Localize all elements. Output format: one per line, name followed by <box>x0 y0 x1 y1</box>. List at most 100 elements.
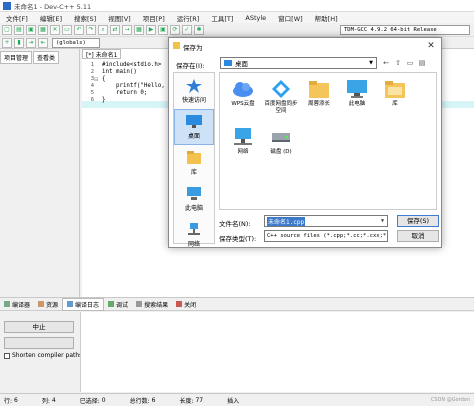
undo-icon[interactable]: ↶ <box>74 24 84 35</box>
dialog-close-button[interactable]: ✕ <box>425 40 437 52</box>
menu-file[interactable]: 文件[F] <box>0 13 34 23</box>
tab-compiler-label: 编译器 <box>12 301 31 309</box>
find-icon[interactable]: ⌕ <box>98 24 108 35</box>
up-folder-icon[interactable]: ⇧ <box>393 57 403 69</box>
log-icon <box>67 301 74 307</box>
menu-tools[interactable]: 工具[T] <box>205 13 239 23</box>
line-number: 1 <box>90 62 94 68</box>
file-item-folder[interactable]: 周蓉添长 <box>300 76 338 124</box>
save-in-label: 保存在(I): <box>176 62 205 70</box>
replace-icon[interactable]: ⇄ <box>110 24 120 35</box>
open-file-icon[interactable]: ▤ <box>14 24 24 35</box>
redo-icon[interactable]: ↷ <box>86 24 96 35</box>
row-value: 6 <box>14 396 18 404</box>
shorten-paths-option[interactable]: Shorten compiler paths <box>4 352 82 359</box>
file-item-network[interactable]: 网络 <box>224 124 262 172</box>
project-panel: 项目管理 查看类 <box>0 49 80 297</box>
file-item-wps[interactable]: WPS云盘 <box>224 76 262 124</box>
editor-tab[interactable]: [*] 未命名1 <box>82 49 122 59</box>
filetype-select[interactable]: C++ source files (*.cpp;*.cc;*.cxx;*.c++… <box>264 230 388 242</box>
shorten-paths-checkbox[interactable] <box>4 352 10 359</box>
close-icon <box>176 301 183 307</box>
shorten-paths-label: Shorten compiler paths <box>12 352 83 359</box>
file-item-baidu[interactable]: 百度网盘同步空间 <box>262 76 300 124</box>
insert-mode: 插入 <box>227 397 240 405</box>
check-syntax-icon[interactable]: ✓ <box>182 24 192 35</box>
code-line: printf("Hello, <box>102 83 165 89</box>
menu-bar: 文件[F] 编辑[E] 搜索[S] 视图[V] 项目[P] 运行[R] 工具[T… <box>0 12 474 23</box>
debug-tab-icon <box>108 301 115 307</box>
file-item-drive-d[interactable]: 磁盘 (D) <box>262 124 300 172</box>
menu-search[interactable]: 搜索[S] <box>68 13 102 23</box>
menu-view[interactable]: 视图[V] <box>102 13 137 23</box>
place-network[interactable]: 网络 <box>174 217 214 253</box>
menu-help[interactable]: 帮助[H] <box>309 13 344 23</box>
line-number: 6 <box>90 97 94 103</box>
tab-classes[interactable]: 查看类 <box>33 51 60 64</box>
save-all-icon[interactable]: ▦ <box>38 24 48 35</box>
place-library[interactable]: 库 <box>174 145 214 181</box>
menu-edit[interactable]: 编辑[E] <box>34 13 68 23</box>
dialog-title-bar: 保存为 <box>169 38 441 54</box>
run-icon[interactable]: ▶ <box>146 24 156 35</box>
goto-icon[interactable]: → <box>122 24 132 35</box>
menu-run[interactable]: 运行[R] <box>171 13 206 23</box>
compile-icon[interactable]: ▦ <box>134 24 144 35</box>
debug-icon[interactable]: ✱ <box>194 24 204 35</box>
new-file-icon[interactable]: ▢ <box>2 24 12 35</box>
tab-search-results[interactable]: 搜索结果 <box>132 299 172 310</box>
col-label: 列: <box>41 397 50 405</box>
tab-close[interactable]: 关闭 <box>172 299 200 310</box>
tab-compiler[interactable]: 编译器 <box>0 299 34 310</box>
chevron-down-icon[interactable]: ▼ <box>380 218 385 224</box>
indent-icon[interactable]: ⇥ <box>26 37 36 48</box>
compiler-select[interactable]: TDM-GCC 4.9.2 64-bit Release <box>340 24 470 35</box>
compile-log-output[interactable] <box>80 312 474 392</box>
save-in-select[interactable]: 桌面 ▼ <box>220 57 377 69</box>
fold-icon[interactable]: ⊟ <box>94 77 102 83</box>
unindent-icon[interactable]: ⇤ <box>38 37 48 48</box>
tab-debug[interactable]: 调试 <box>104 299 132 310</box>
place-label: 快速访问 <box>181 96 206 104</box>
file-item-this-pc[interactable]: 此电脑 <box>338 76 376 124</box>
abort-button[interactable]: 中止 <box>4 321 74 333</box>
code-line: return 0; <box>102 90 148 96</box>
place-desktop[interactable]: 桌面 <box>174 109 214 145</box>
file-list[interactable]: WPS云盘 百度网盘同步空间 周蓉添长 此电脑 库 网络 磁盘 (D) <box>219 72 437 210</box>
cancel-button[interactable]: 取消 <box>397 230 439 242</box>
lines-label: 总行数: <box>129 397 150 405</box>
globals-select[interactable]: (globals) <box>52 37 100 48</box>
menu-astyle[interactable]: AStyle <box>239 14 272 22</box>
drive-icon <box>272 133 290 142</box>
length-value: 77 <box>195 396 204 404</box>
print-icon[interactable]: ▭ <box>62 24 72 35</box>
menu-window[interactable]: 窗口[W] <box>272 13 309 23</box>
tab-compile-log-label: 编译日志 <box>75 301 100 309</box>
save-button[interactable]: 保存(S) <box>397 215 439 227</box>
menu-project[interactable]: 项目[P] <box>137 13 171 23</box>
tab-compile-log[interactable]: 编译日志 <box>62 297 105 311</box>
dialog-title: 保存为 <box>183 44 203 52</box>
place-quick-access[interactable]: 快速访问 <box>174 73 214 109</box>
save-as-dialog: 保存为 ✕ 保存在(I): 桌面 ▼ ← ⇧ ▭ ▤ 快速访问 桌面 库 此电脑… <box>168 37 442 248</box>
place-this-pc[interactable]: 此电脑 <box>174 181 214 217</box>
close-file-icon[interactable]: ✕ <box>50 24 60 35</box>
insert-icon[interactable]: + <box>2 37 12 48</box>
place-label: 库 <box>190 168 197 176</box>
code-line: #include<stdio.h> <box>102 62 162 68</box>
tab-resources[interactable]: 资源 <box>34 299 62 310</box>
view-menu-icon[interactable]: ▤ <box>417 57 427 69</box>
line-number: 2 <box>90 69 94 75</box>
compile-run-icon[interactable]: ▣ <box>158 24 168 35</box>
file-item-label: 磁盘 (D) <box>270 149 292 155</box>
new-folder-icon[interactable]: ▭ <box>405 57 415 69</box>
cloud-icon <box>233 82 253 97</box>
filename-input[interactable]: 未命名1.cpp ▼ <box>264 215 388 227</box>
devcpp-app-icon <box>3 1 11 10</box>
save-icon[interactable]: ▣ <box>26 24 36 35</box>
rebuild-icon[interactable]: ⟳ <box>170 24 180 35</box>
back-icon[interactable]: ← <box>381 57 391 69</box>
tab-project[interactable]: 项目管理 <box>0 51 33 64</box>
toggle-bookmark-icon[interactable]: ▮ <box>14 37 24 48</box>
file-item-library[interactable]: 库 <box>376 76 414 124</box>
